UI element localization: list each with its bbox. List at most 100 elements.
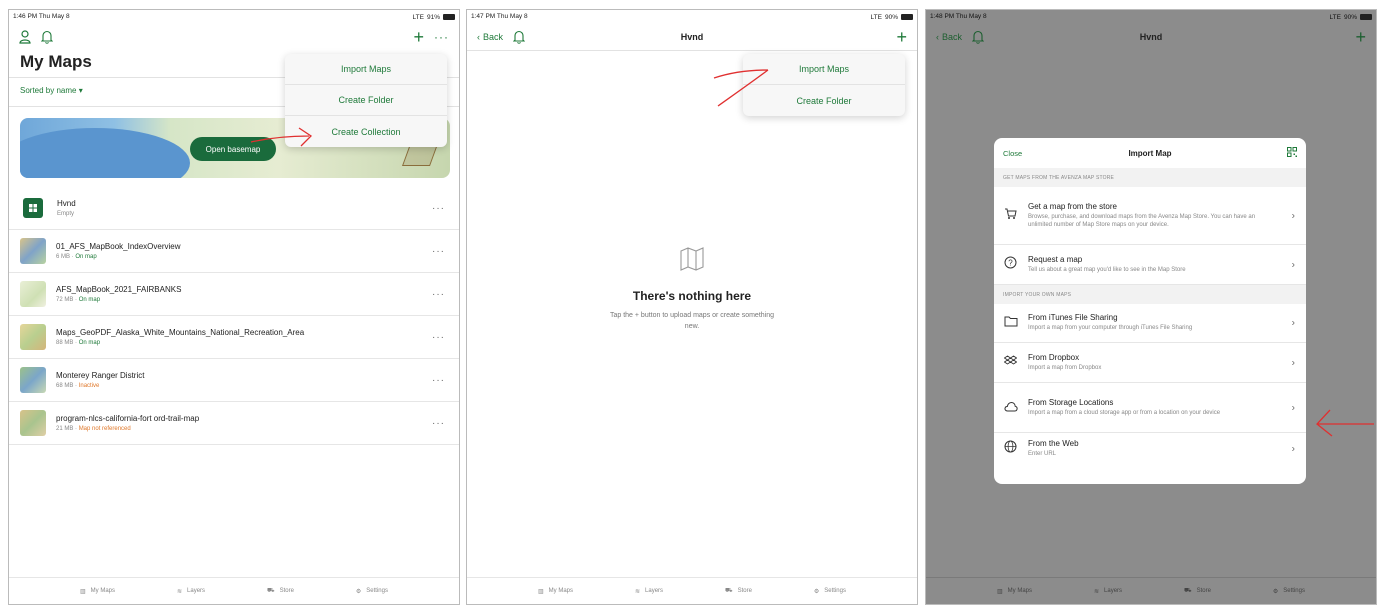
store-option[interactable]: Get a map from the store Browse, purchase… bbox=[994, 187, 1306, 245]
back-button[interactable]: ‹ Back bbox=[477, 32, 503, 42]
item-status: On map bbox=[78, 297, 101, 303]
dialog-header: Import Map Close bbox=[994, 138, 1306, 168]
tab-settings[interactable]: ⚙ Settings bbox=[814, 588, 846, 595]
list-item[interactable]: Hvnd Empty ··· bbox=[9, 187, 459, 230]
maps-icon: ▥ bbox=[996, 588, 1003, 595]
list-item[interactable]: AFS_MapBook_2021_FAIRBANKS 72 MB · On map… bbox=[9, 273, 459, 316]
globe-icon bbox=[1004, 440, 1017, 458]
close-button[interactable]: Close bbox=[1003, 149, 1022, 158]
gear-icon: ⚙ bbox=[355, 588, 362, 595]
add-icon[interactable]: + bbox=[1355, 28, 1366, 46]
chevron-left-icon: ‹ bbox=[477, 32, 480, 42]
option-subtitle: Import a map from your computer through … bbox=[1028, 325, 1193, 332]
tab-my-maps[interactable]: ▥ My Maps bbox=[538, 588, 573, 595]
bell-icon[interactable] bbox=[513, 30, 526, 44]
menu-create-collection[interactable]: Create Collection bbox=[285, 116, 447, 147]
menu-import-maps[interactable]: Import Maps bbox=[743, 54, 905, 85]
option-title: From Dropbox bbox=[1028, 352, 1080, 362]
empty-subtitle: Tap the + button to upload maps or creat… bbox=[609, 312, 775, 330]
more-icon[interactable]: ··· bbox=[432, 332, 445, 343]
more-icon[interactable]: ··· bbox=[432, 203, 445, 214]
tab-store[interactable]: ⛟ Store bbox=[725, 587, 752, 595]
gear-icon: ⚙ bbox=[813, 588, 820, 595]
more-icon[interactable]: ··· bbox=[432, 375, 445, 386]
chevron-right-icon: › bbox=[1291, 317, 1295, 329]
maps-list: Hvnd Empty ··· 01_AFS_MapBook_IndexOvervi… bbox=[9, 187, 459, 445]
option-title: Request a map bbox=[1028, 254, 1083, 264]
tab-layers[interactable]: ≋ Layers bbox=[177, 588, 205, 595]
option-subtitle: Import a map from Dropbox bbox=[1028, 364, 1102, 371]
menu-create-folder[interactable]: Create Folder bbox=[743, 85, 905, 116]
back-button[interactable]: ‹ Back bbox=[936, 32, 962, 42]
map-thumbnail bbox=[20, 324, 46, 350]
option-title: From the Web bbox=[1028, 438, 1079, 448]
item-status: Map not referenced bbox=[78, 426, 131, 432]
more-icon[interactable]: ··· bbox=[432, 246, 445, 257]
question-icon: ? bbox=[1004, 256, 1017, 274]
item-name: program-nlcs-california-fort ord-trail-m… bbox=[56, 414, 200, 423]
item-status: On map bbox=[75, 254, 97, 260]
storage-locations-option[interactable]: From Storage Locations Import a map from … bbox=[994, 383, 1306, 433]
tab-store[interactable]: ⛟ Store bbox=[1184, 587, 1211, 595]
more-icon[interactable]: ··· bbox=[434, 30, 449, 44]
tab-store[interactable]: ⛟ Store bbox=[267, 587, 294, 595]
cart-icon: ⛟ bbox=[725, 588, 733, 594]
nav-title: Hvnd bbox=[680, 32, 704, 42]
tab-layers[interactable]: ≋ Layers bbox=[635, 588, 663, 595]
section-header-own: IMPORT YOUR OWN MAPS bbox=[994, 285, 1306, 304]
divider bbox=[467, 50, 917, 51]
bell-icon[interactable] bbox=[972, 30, 985, 44]
item-size: 68 MB bbox=[56, 383, 74, 389]
basemap-polygon bbox=[401, 144, 439, 166]
list-item[interactable]: Maps_GeoPDF_Alaska_White_Mountains_Natio… bbox=[9, 316, 459, 359]
screen-folder: 1:47 PM Thu May 8 LTE 90% Hvnd ‹ Back + Th… bbox=[466, 9, 918, 605]
tab-my-maps[interactable]: ▥ My Maps bbox=[997, 588, 1032, 595]
account-icon[interactable] bbox=[19, 30, 31, 44]
request-option[interactable]: ? Request a map Tell us about a great map… bbox=[994, 245, 1306, 285]
menu-create-folder[interactable]: Create Folder bbox=[285, 85, 447, 116]
item-size: 88 MB bbox=[56, 340, 74, 346]
tab-my-maps[interactable]: ▥ My Maps bbox=[80, 588, 115, 595]
status-bar: 1:47 PM Thu May 8 LTE 90% bbox=[467, 10, 917, 24]
dropbox-option[interactable]: From Dropbox Import a map from Dropbox › bbox=[994, 343, 1306, 383]
cart-icon: ⛟ bbox=[1184, 588, 1192, 594]
chevron-right-icon: › bbox=[1291, 259, 1295, 270]
svg-text:?: ? bbox=[1008, 258, 1013, 267]
itunes-option[interactable]: From iTunes File Sharing Import a map fro… bbox=[994, 304, 1306, 343]
list-item[interactable]: program-nlcs-california-fort ord-trail-m… bbox=[9, 402, 459, 445]
maps-icon: ▥ bbox=[79, 588, 86, 595]
tab-settings[interactable]: ⚙ Settings bbox=[356, 588, 388, 595]
tab-settings[interactable]: ⚙ Settings bbox=[1273, 588, 1305, 595]
status-bar: 1:46 PM Thu May 8 LTE 91% bbox=[9, 10, 459, 24]
qr-code-icon[interactable] bbox=[1287, 144, 1297, 162]
screen-import-map: 1:48 PM Thu May 8 LTE 90% Hvnd ‹ Back + Im… bbox=[925, 9, 1377, 605]
list-item[interactable]: 01_AFS_MapBook_IndexOverview 6 MB · On ma… bbox=[9, 230, 459, 273]
layers-icon: ≋ bbox=[634, 588, 641, 595]
map-thumbnail bbox=[20, 367, 46, 393]
add-icon[interactable]: + bbox=[413, 28, 424, 46]
tab-layers[interactable]: ≋ Layers bbox=[1094, 588, 1122, 595]
sort-dropdown[interactable]: Sorted by name ▾ bbox=[20, 86, 83, 95]
more-icon[interactable]: ··· bbox=[432, 418, 445, 429]
gear-icon: ⚙ bbox=[1272, 588, 1279, 595]
chevron-right-icon: › bbox=[1291, 443, 1295, 454]
more-icon[interactable]: ··· bbox=[432, 289, 445, 300]
sort-label: Sorted by name bbox=[20, 86, 77, 95]
item-name: Hvnd bbox=[57, 199, 76, 208]
collection-icon bbox=[23, 198, 43, 218]
bell-icon[interactable] bbox=[41, 30, 53, 44]
menu-import-maps[interactable]: Import Maps bbox=[285, 54, 447, 85]
layers-icon: ≋ bbox=[176, 588, 183, 595]
list-item[interactable]: Monterey Ranger District 68 MB · Inactive… bbox=[9, 359, 459, 402]
add-icon[interactable]: + bbox=[896, 28, 907, 46]
signal-text: LTE bbox=[412, 13, 424, 21]
cart-icon bbox=[1004, 207, 1017, 225]
battery-text: 90% bbox=[884, 13, 898, 21]
chevron-right-icon: › bbox=[1291, 357, 1295, 368]
web-option[interactable]: From the Web Enter URL › bbox=[994, 433, 1306, 464]
cloud-icon bbox=[1004, 399, 1018, 417]
option-title: From Storage Locations bbox=[1028, 397, 1114, 407]
open-basemap-button[interactable]: Open basemap bbox=[190, 137, 276, 161]
nav-bar: + ··· bbox=[9, 24, 459, 50]
tab-bar: ▥ My Maps ≋ Layers ⛟ Store ⚙ Settings bbox=[467, 577, 917, 604]
